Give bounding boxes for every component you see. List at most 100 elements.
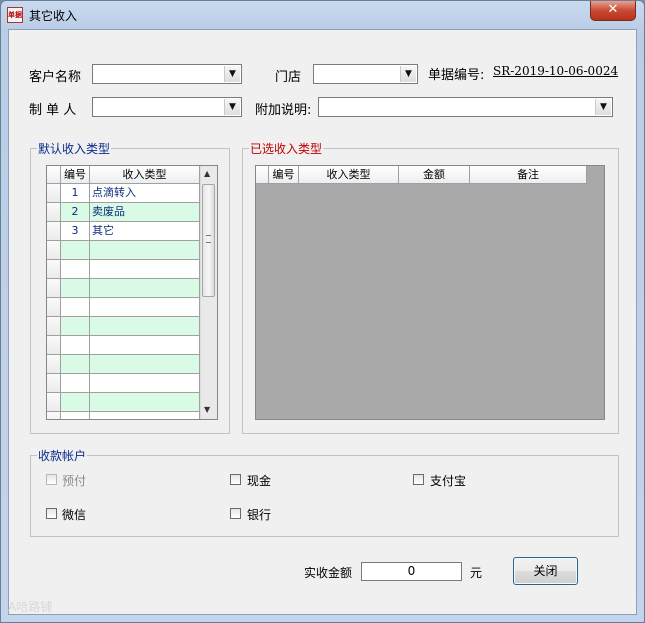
- row-header[interactable]: [47, 222, 61, 241]
- selected-types-grid[interactable]: 编号 收入类型 金额 备注: [255, 165, 605, 420]
- checkbox-wechat-label[interactable]: 微信: [62, 506, 86, 523]
- checkbox-wechat[interactable]: [46, 508, 57, 519]
- cell-type[interactable]: [90, 241, 200, 260]
- chevron-down-icon[interactable]: ▼: [400, 66, 416, 82]
- row-header-corner: [256, 166, 269, 184]
- note-combo[interactable]: ▼: [318, 97, 613, 117]
- row-header[interactable]: [47, 260, 61, 279]
- cell-type[interactable]: [90, 317, 200, 336]
- table-row[interactable]: [47, 279, 200, 298]
- cell-type[interactable]: [90, 279, 200, 298]
- maker-combo[interactable]: ▼: [92, 97, 242, 117]
- table-row[interactable]: [47, 355, 200, 374]
- cell-type[interactable]: [90, 298, 200, 317]
- scroll-thumb[interactable]: [202, 184, 215, 297]
- cell-no[interactable]: [61, 393, 90, 412]
- table-row[interactable]: [47, 393, 200, 412]
- cell-no[interactable]: [61, 298, 90, 317]
- table-row[interactable]: [47, 260, 200, 279]
- row-header[interactable]: [47, 412, 61, 419]
- store-label: 门店: [275, 70, 302, 85]
- cell-type[interactable]: [90, 374, 200, 393]
- column-header-type[interactable]: 收入类型: [90, 166, 200, 184]
- customer-combo[interactable]: ▼: [92, 64, 242, 84]
- row-header[interactable]: [47, 393, 61, 412]
- close-icon: ✕: [607, 2, 619, 17]
- amount-input[interactable]: 0: [361, 562, 462, 581]
- table-row[interactable]: [47, 374, 200, 393]
- customer-label: 客户名称: [29, 70, 82, 85]
- maker-label: 制 单 人: [29, 103, 77, 118]
- row-header[interactable]: [47, 317, 61, 336]
- account-group: 收款帐户: [30, 447, 619, 537]
- table-row[interactable]: [47, 317, 200, 336]
- row-header[interactable]: [47, 298, 61, 317]
- checkbox-bank[interactable]: [230, 508, 241, 519]
- vertical-scrollbar[interactable]: ▲ ▼: [200, 166, 217, 419]
- close-button[interactable]: 关闭: [513, 557, 578, 585]
- cell-no[interactable]: 2: [61, 203, 90, 222]
- store-combo[interactable]: ▼: [313, 64, 418, 84]
- column-header-no[interactable]: 编号: [269, 166, 299, 184]
- grip-icon: [206, 235, 211, 243]
- window-title: 其它收入: [29, 9, 78, 23]
- cell-type[interactable]: [90, 336, 200, 355]
- row-header[interactable]: [47, 184, 61, 203]
- table-row[interactable]: 1 点滴转入: [47, 184, 200, 203]
- chevron-down-icon[interactable]: ▼: [224, 66, 240, 82]
- row-header[interactable]: [47, 374, 61, 393]
- row-header[interactable]: [47, 241, 61, 260]
- table-row[interactable]: 2 卖废品: [47, 203, 200, 222]
- row-header[interactable]: [47, 279, 61, 298]
- cell-type[interactable]: 其它: [90, 222, 200, 241]
- cell-type[interactable]: [90, 393, 200, 412]
- close-window-button[interactable]: ✕: [590, 1, 636, 21]
- row-header[interactable]: [47, 336, 61, 355]
- cell-no[interactable]: [61, 355, 90, 374]
- account-legend: 收款帐户: [38, 449, 87, 463]
- default-types-grid[interactable]: 编号 收入类型 1 点滴转入 2 卖废品 3 其它 ▲ ▼: [46, 165, 218, 420]
- cell-type[interactable]: [90, 260, 200, 279]
- cell-type[interactable]: 点滴转入: [90, 184, 200, 203]
- row-header-corner: [47, 166, 61, 184]
- cell-no[interactable]: [61, 241, 90, 260]
- cell-type[interactable]: [90, 355, 200, 374]
- column-header-amount[interactable]: 金额: [399, 166, 470, 184]
- checkbox-prepaid: [46, 474, 57, 485]
- cell-no[interactable]: [61, 260, 90, 279]
- cell-no[interactable]: 1: [61, 184, 90, 203]
- table-row[interactable]: [47, 336, 200, 355]
- table-row[interactable]: [47, 412, 200, 419]
- table-row[interactable]: [47, 298, 200, 317]
- scroll-down-icon[interactable]: ▼: [204, 405, 210, 414]
- checkbox-bank-label[interactable]: 银行: [247, 506, 271, 523]
- column-header-type[interactable]: 收入类型: [299, 166, 399, 184]
- default-types-legend: 默认收入类型: [38, 142, 111, 156]
- checkbox-alipay-label[interactable]: 支付宝: [430, 472, 466, 489]
- checkbox-cash-label[interactable]: 现金: [247, 472, 271, 489]
- table-row[interactable]: [47, 241, 200, 260]
- column-header-no[interactable]: 编号: [61, 166, 90, 184]
- scroll-up-icon[interactable]: ▲: [204, 169, 210, 178]
- column-header-remark[interactable]: 备注: [470, 166, 587, 184]
- cell-no[interactable]: [61, 317, 90, 336]
- title-bar[interactable]: 单据 其它收入 ✕: [1, 1, 644, 29]
- chevron-down-icon[interactable]: ▼: [595, 99, 611, 115]
- cell-no[interactable]: [61, 374, 90, 393]
- cell-no[interactable]: [61, 279, 90, 298]
- cell-no[interactable]: 3: [61, 222, 90, 241]
- cell-no[interactable]: [61, 336, 90, 355]
- unit-label: 元: [470, 566, 483, 580]
- amount-label: 实收金额: [304, 566, 353, 580]
- docno-value: SR-2019-10-06-0024: [493, 64, 619, 78]
- table-row[interactable]: 3 其它: [47, 222, 200, 241]
- chevron-down-icon[interactable]: ▼: [224, 99, 240, 115]
- row-header[interactable]: [47, 203, 61, 222]
- checkbox-cash[interactable]: [230, 474, 241, 485]
- selected-types-legend: 已选收入类型: [250, 142, 323, 156]
- cell-no[interactable]: [61, 412, 90, 419]
- checkbox-alipay[interactable]: [413, 474, 424, 485]
- row-header[interactable]: [47, 355, 61, 374]
- cell-type[interactable]: 卖废品: [90, 203, 200, 222]
- cell-type[interactable]: [90, 412, 200, 419]
